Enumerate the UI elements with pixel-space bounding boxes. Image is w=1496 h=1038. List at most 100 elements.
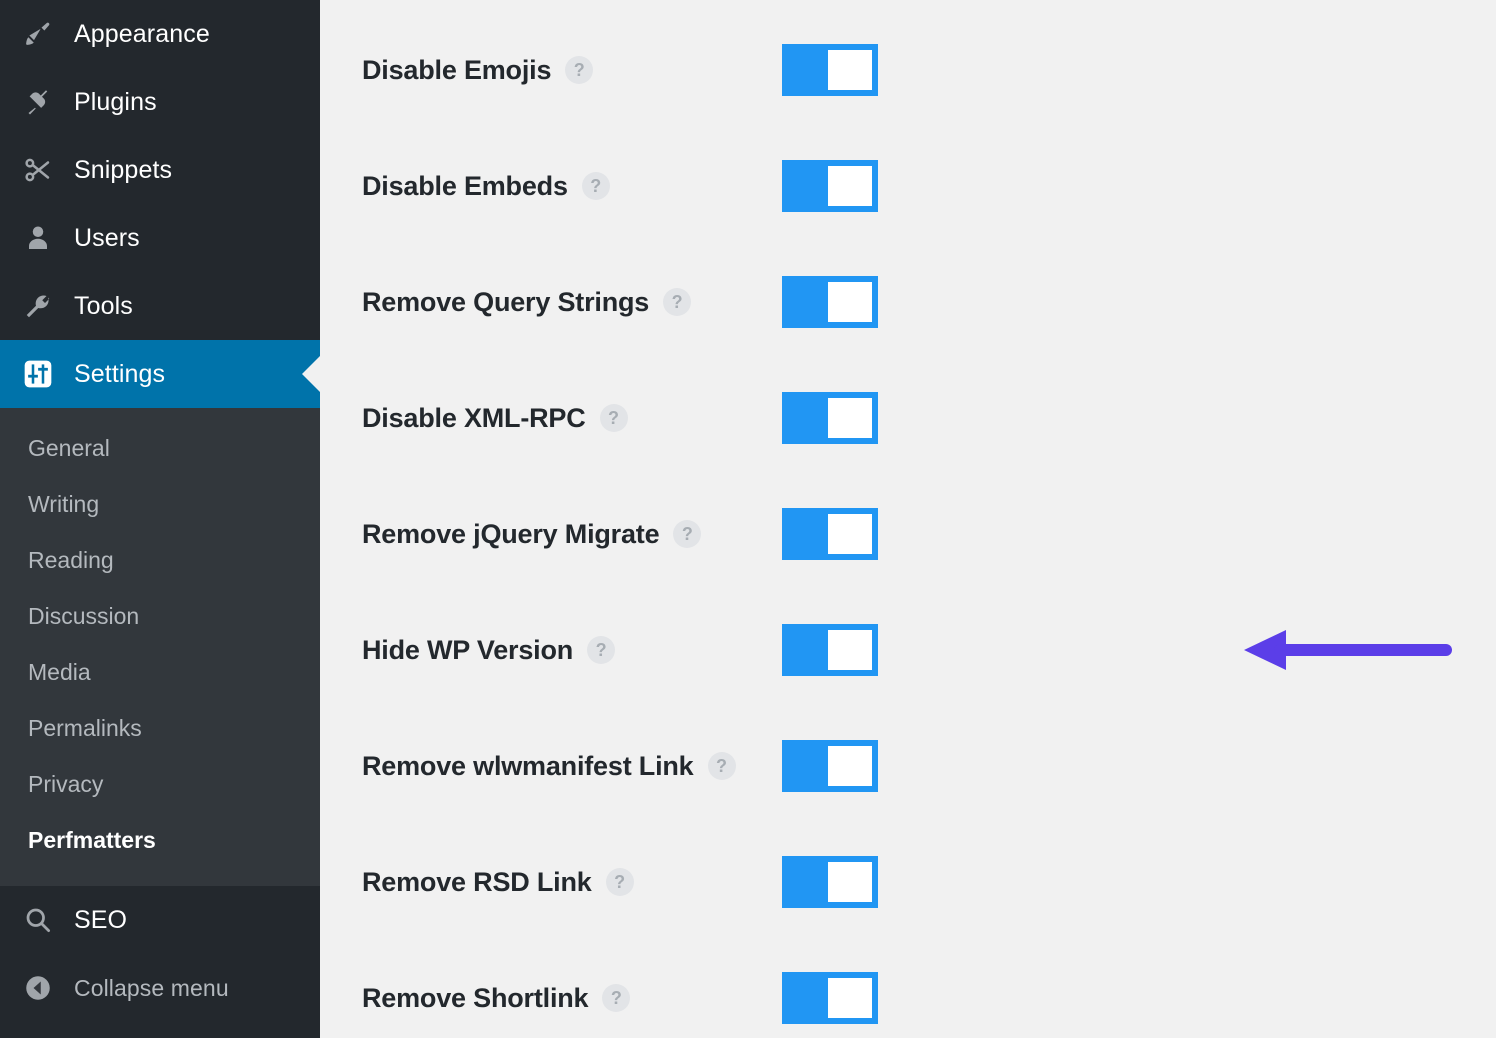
toggle-knob	[828, 166, 872, 206]
sidebar-subitem-discussion[interactable]: Discussion	[0, 588, 320, 644]
setting-label-group: Remove Query Strings ?	[362, 287, 802, 318]
setting-label-group: Remove wlwmanifest Link ?	[362, 751, 802, 782]
sidebar-subitem-media[interactable]: Media	[0, 644, 320, 700]
toggle-knob	[828, 50, 872, 90]
setting-row-hide-wp-version: Hide WP Version ?	[320, 618, 1496, 682]
toggle-remove-query-strings[interactable]	[782, 276, 878, 328]
help-icon[interactable]: ?	[707, 752, 736, 780]
settings-sliders-icon	[16, 352, 60, 396]
sidebar-subitem-label: Privacy	[28, 770, 104, 797]
setting-label-group: Disable Emojis ?	[362, 55, 802, 86]
plug-icon	[16, 80, 60, 124]
help-icon[interactable]: ?	[605, 868, 634, 896]
setting-label-group: Disable Embeds ?	[362, 171, 802, 202]
toggle-knob	[828, 630, 872, 670]
setting-label-group: Remove Shortlink ?	[362, 983, 802, 1014]
toggle-disable-emojis[interactable]	[782, 44, 878, 96]
sidebar-secondary-menu: SEO Collapse menu	[0, 886, 320, 1022]
help-icon[interactable]: ?	[565, 56, 594, 84]
sidebar-item-label: Settings	[74, 359, 166, 388]
sidebar-item-label: Tools	[74, 291, 133, 320]
toggle-knob	[828, 978, 872, 1018]
toggle-remove-rsd-link[interactable]	[782, 856, 878, 908]
setting-label: Remove RSD Link	[362, 866, 592, 897]
setting-label: Disable Emojis	[362, 54, 552, 85]
sidebar-subitem-permalinks[interactable]: Permalinks	[0, 700, 320, 756]
help-icon[interactable]: ?	[663, 288, 692, 316]
sidebar-item-snippets[interactable]: Snippets	[0, 136, 320, 204]
toggle-disable-embeds[interactable]	[782, 160, 878, 212]
toggle-disable-xml-rpc[interactable]	[782, 392, 878, 444]
sidebar-subitem-reading[interactable]: Reading	[0, 532, 320, 588]
settings-submenu: General Writing Reading Discussion Media…	[0, 408, 320, 886]
sidebar-item-label: Appearance	[74, 19, 210, 48]
sidebar-item-plugins[interactable]: Plugins	[0, 68, 320, 136]
setting-row-remove-rsd-link: Remove RSD Link ?	[320, 850, 1496, 914]
sidebar-item-seo[interactable]: SEO	[0, 886, 320, 954]
toggle-hide-wp-version[interactable]	[782, 624, 878, 676]
help-icon[interactable]: ?	[602, 984, 631, 1012]
setting-label-group: Remove RSD Link ?	[362, 867, 802, 898]
toggle-remove-wlwmanifest-link[interactable]	[782, 740, 878, 792]
sidebar-subitem-label: Media	[28, 658, 91, 685]
setting-label: Disable XML-RPC	[362, 402, 586, 433]
sidebar-item-appearance[interactable]: Appearance	[0, 0, 320, 68]
sidebar-primary-menu: Appearance Plugins Snippets Users Tools …	[0, 0, 320, 408]
sidebar-subitem-label: Perfmatters	[28, 826, 156, 853]
toggle-knob	[828, 398, 872, 438]
sidebar-item-users[interactable]: Users	[0, 204, 320, 272]
toggle-remove-jquery-migrate[interactable]	[782, 508, 878, 560]
perfmatters-settings-panel: Disable Emojis ? Disable Embeds ? Remove…	[320, 0, 1496, 1038]
setting-label-group: Remove jQuery Migrate ?	[362, 519, 802, 550]
toggle-knob	[828, 746, 872, 786]
paintbrush-icon	[16, 12, 60, 56]
sidebar-subitem-general[interactable]: General	[0, 420, 320, 476]
setting-label: Disable Embeds	[362, 170, 568, 201]
help-icon[interactable]: ?	[599, 404, 628, 432]
sidebar-subitem-label: Discussion	[28, 602, 140, 629]
search-icon	[16, 898, 60, 942]
wrench-icon	[16, 284, 60, 328]
wordpress-admin-screen: Appearance Plugins Snippets Users Tools …	[0, 0, 1496, 1038]
setting-label-group: Disable XML-RPC ?	[362, 403, 802, 434]
sidebar-subitem-label: Reading	[28, 546, 114, 573]
sidebar-item-label: Snippets	[74, 155, 173, 184]
sidebar-item-label: Collapse menu	[74, 974, 229, 1001]
sidebar-item-label: Users	[74, 223, 140, 252]
sidebar-subitem-label: Writing	[28, 490, 100, 517]
toggle-knob	[828, 862, 872, 902]
setting-label: Remove jQuery Migrate	[362, 518, 660, 549]
setting-row-remove-query-strings: Remove Query Strings ?	[320, 270, 1496, 334]
user-icon	[16, 216, 60, 260]
setting-label: Remove Query Strings	[362, 286, 650, 317]
sidebar-item-settings[interactable]: Settings	[0, 340, 320, 408]
sidebar-item-tools[interactable]: Tools	[0, 272, 320, 340]
sidebar-item-label: Plugins	[74, 87, 157, 116]
setting-row-disable-emojis: Disable Emojis ?	[320, 38, 1496, 102]
scissors-icon	[16, 148, 60, 192]
help-icon[interactable]: ?	[673, 520, 702, 548]
admin-sidebar: Appearance Plugins Snippets Users Tools …	[0, 0, 320, 1038]
setting-row-remove-jquery-migrate: Remove jQuery Migrate ?	[320, 502, 1496, 566]
setting-row-remove-shortlink: Remove Shortlink ?	[320, 966, 1496, 1030]
help-icon[interactable]: ?	[587, 636, 616, 664]
help-icon[interactable]: ?	[581, 172, 610, 200]
setting-row-disable-embeds: Disable Embeds ?	[320, 154, 1496, 218]
toggle-remove-shortlink[interactable]	[782, 972, 878, 1024]
setting-label: Remove Shortlink	[362, 982, 589, 1013]
toggle-knob	[828, 514, 872, 554]
setting-label: Hide WP Version	[362, 634, 574, 665]
setting-label: Remove wlwmanifest Link	[362, 750, 694, 781]
setting-row-disable-xml-rpc: Disable XML-RPC ?	[320, 386, 1496, 450]
sidebar-item-label: SEO	[74, 905, 128, 934]
setting-row-remove-wlwmanifest-link: Remove wlwmanifest Link ?	[320, 734, 1496, 798]
sidebar-item-collapse-menu[interactable]: Collapse menu	[0, 954, 320, 1022]
sidebar-subitem-label: Permalinks	[28, 714, 142, 741]
sidebar-subitem-writing[interactable]: Writing	[0, 476, 320, 532]
sidebar-subitem-label: General	[28, 434, 110, 461]
sidebar-subitem-perfmatters[interactable]: Perfmatters	[0, 812, 320, 868]
collapse-left-icon	[16, 966, 60, 1010]
sidebar-subitem-privacy[interactable]: Privacy	[0, 756, 320, 812]
toggle-knob	[828, 282, 872, 322]
setting-label-group: Hide WP Version ?	[362, 635, 802, 666]
